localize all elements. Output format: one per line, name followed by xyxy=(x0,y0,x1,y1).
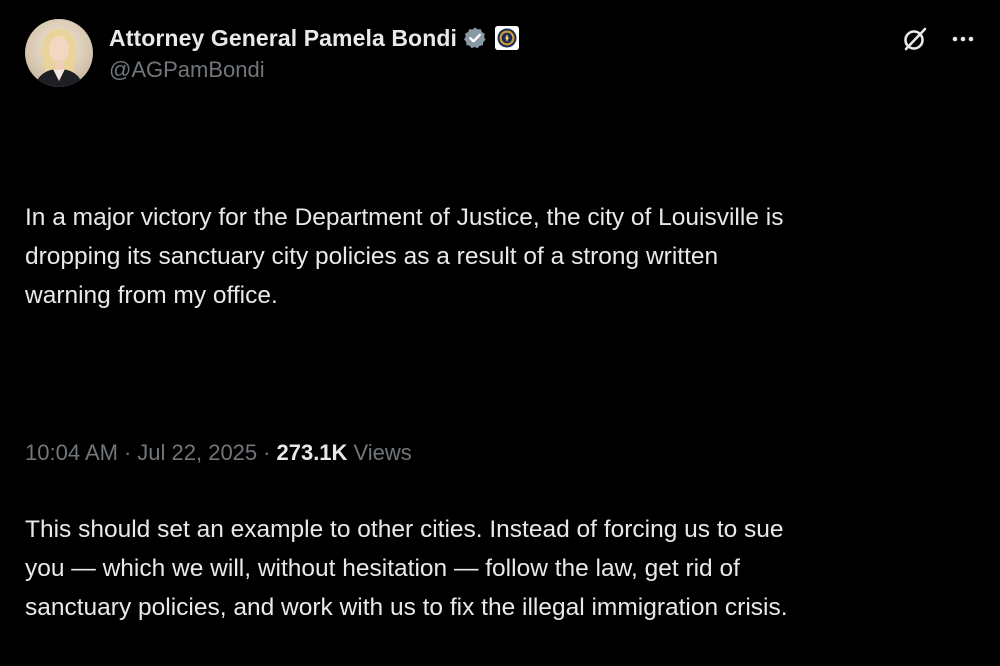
meta-separator: · xyxy=(123,440,132,465)
tweet-meta: 10:04 AM · Jul 22, 2025 · 273.1K Views xyxy=(25,440,412,466)
tweet-date[interactable]: Jul 22, 2025 xyxy=(137,440,257,466)
tweet-line: In a major victory for the Department of… xyxy=(25,204,784,231)
views-label[interactable]: Views xyxy=(353,440,411,466)
tweet-line: This should set an example to other citi… xyxy=(25,516,784,543)
avatar[interactable] xyxy=(25,19,93,87)
tweet-line: you — which we will, without hesitation … xyxy=(25,555,740,582)
doj-seal-icon[interactable] xyxy=(495,26,519,50)
views-count[interactable]: 273.1K xyxy=(276,440,347,466)
tweet-line: warning from my office. xyxy=(25,282,278,309)
tweet-paragraph-2: This should set an example to other citi… xyxy=(25,510,985,627)
tweet-time[interactable]: 10:04 AM xyxy=(25,440,118,466)
tweet-line: sanctuary policies, and work with us to … xyxy=(25,594,788,621)
tweet-line: dropping its sanctuary city policies as … xyxy=(25,243,719,270)
tweet-text: In a major victory for the Department of… xyxy=(25,120,985,666)
profile-photo-icon xyxy=(35,29,83,87)
meta-separator: · xyxy=(263,440,271,465)
author-block: Attorney General Pamela Bondi @AGPamBond… xyxy=(109,23,519,83)
tweet-paragraph-1: In a major victory for the Department of… xyxy=(25,198,985,315)
tweet-header: Attorney General Pamela Bondi @AGPamBond… xyxy=(25,19,975,91)
verified-badge-icon[interactable] xyxy=(463,26,487,50)
name-row: Attorney General Pamela Bondi xyxy=(109,23,519,53)
display-name[interactable]: Attorney General Pamela Bondi xyxy=(109,25,457,52)
more-icon[interactable] xyxy=(951,29,975,49)
grok-icon[interactable] xyxy=(901,25,929,53)
author-handle[interactable]: @AGPamBondi xyxy=(109,57,519,83)
